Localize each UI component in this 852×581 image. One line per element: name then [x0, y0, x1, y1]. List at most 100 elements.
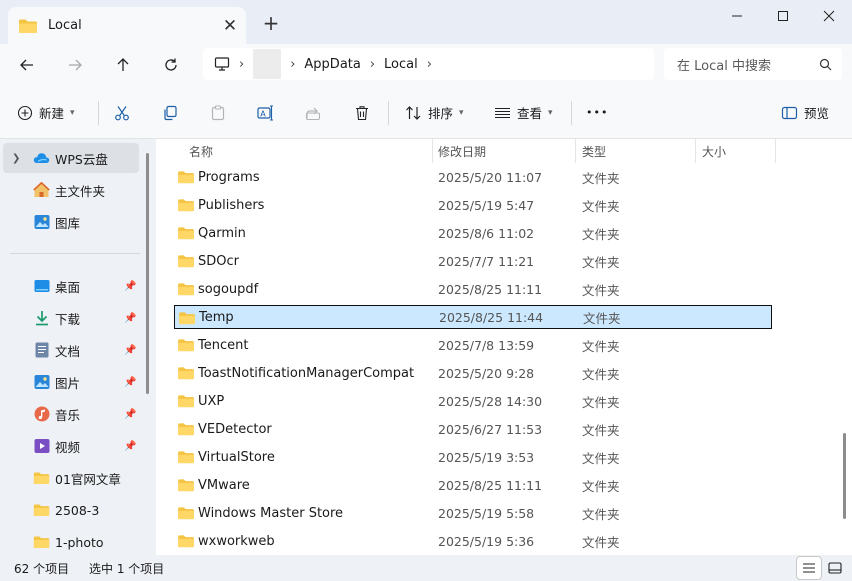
sidebar-item-folder-01[interactable]: 01官网文章: [3, 463, 139, 493]
sidebar-scrollbar[interactable]: [146, 153, 149, 394]
sidebar-item-music[interactable]: 音乐 📌: [3, 399, 139, 429]
sidebar-item-folder-photo[interactable]: 1-photo: [3, 527, 139, 555]
folder-icon: [33, 470, 50, 487]
preview-pane-button[interactable]: 预览: [781, 86, 829, 139]
navigation-pane[interactable]: ❯ WPS云盘 主文件夹 图库 桌面 📌 下载 📌 文档 📌 图片 📌 音乐 📌…: [0, 139, 150, 555]
file-row[interactable]: Programs 2025/5/20 11:07 文件夹: [174, 165, 772, 189]
file-type: 文件夹: [582, 170, 620, 186]
tiles-view-button[interactable]: [822, 556, 848, 580]
column-divider[interactable]: [432, 139, 433, 163]
file-type: 文件夹: [582, 534, 620, 550]
file-type: 文件夹: [582, 338, 620, 354]
column-header-type[interactable]: 类型: [582, 139, 606, 163]
file-type: 文件夹: [582, 450, 620, 466]
file-name: Tencent: [198, 337, 249, 353]
file-list-scrollbar[interactable]: [843, 433, 846, 519]
column-header-date[interactable]: 修改日期: [438, 139, 486, 163]
up-button[interactable]: [108, 50, 138, 80]
title-bar: Local ✕ +: [0, 0, 852, 44]
chevron-right-icon[interactable]: ❯: [12, 153, 20, 164]
column-divider[interactable]: [775, 139, 776, 163]
sidebar-item-wps-cloud[interactable]: ❯ WPS云盘: [3, 143, 139, 173]
file-row[interactable]: VMware 2025/8/25 11:11 文件夹: [174, 473, 772, 497]
delete-button[interactable]: [354, 86, 370, 139]
sidebar-item-home[interactable]: 主文件夹: [3, 175, 139, 205]
column-header-label: 类型: [582, 144, 607, 159]
close-tab-icon[interactable]: ✕: [216, 12, 244, 40]
minimize-button[interactable]: [714, 0, 760, 32]
address-bar: › › AppData › Local › 在 Local 中搜索: [0, 44, 852, 86]
chevron-down-icon: ▾: [548, 107, 553, 118]
sidebar-item-pictures[interactable]: 图片 📌: [3, 367, 139, 397]
details-view-button[interactable]: [796, 556, 822, 580]
back-button[interactable]: [12, 50, 42, 80]
cut-button[interactable]: [114, 86, 130, 139]
file-row[interactable]: VEDetector 2025/6/27 11:53 文件夹: [174, 417, 772, 441]
pin-icon[interactable]: 📌: [124, 345, 136, 356]
column-header-size[interactable]: 大小: [702, 139, 726, 163]
breadcrumb-local[interactable]: Local: [384, 57, 418, 72]
new-button[interactable]: 新建 ▾: [17, 86, 75, 139]
preview-label: 预览: [804, 106, 830, 121]
paste-button[interactable]: [210, 86, 226, 139]
file-row[interactable]: Qarmin 2025/8/6 11:02 文件夹: [174, 221, 772, 245]
sidebar-item-downloads[interactable]: 下载 📌: [3, 303, 139, 333]
close-window-button[interactable]: [806, 0, 852, 32]
sidebar-item-videos[interactable]: 视频 📌: [3, 431, 139, 461]
sidebar-item-gallery[interactable]: 图库: [3, 207, 139, 237]
search-input[interactable]: 在 Local 中搜索: [664, 48, 842, 80]
sort-button[interactable]: 排序 ▾: [405, 86, 464, 139]
file-row[interactable]: ToastNotificationManagerCompat 2025/5/20 …: [174, 361, 772, 385]
more-options-button[interactable]: •••: [586, 86, 608, 139]
chevron-right-icon: ›: [369, 56, 376, 72]
view-label: 查看: [517, 106, 543, 121]
view-button[interactable]: 查看 ▾: [494, 86, 553, 139]
maximize-button[interactable]: [760, 0, 806, 32]
share-button[interactable]: [305, 86, 321, 139]
pin-icon[interactable]: 📌: [124, 313, 136, 324]
file-row[interactable]: SDOcr 2025/7/7 11:21 文件夹: [174, 249, 772, 273]
file-modified-date: 2025/8/25 11:11: [438, 281, 543, 297]
sidebar-item-documents[interactable]: 文档 📌: [3, 335, 139, 365]
pin-icon[interactable]: 📌: [124, 377, 136, 388]
folder-icon: [178, 423, 194, 436]
sidebar-item-label: 下载: [55, 311, 81, 327]
hidden-username-segment[interactable]: [253, 49, 282, 79]
chevron-right-icon[interactable]: ›: [427, 57, 432, 72]
refresh-button[interactable]: [156, 50, 186, 80]
copy-button[interactable]: [162, 86, 178, 139]
new-label: 新建: [39, 106, 65, 121]
plus-circle-icon: [17, 105, 33, 120]
file-row[interactable]: Tencent 2025/7/8 13:59 文件夹: [174, 333, 772, 357]
column-divider[interactable]: [575, 139, 576, 163]
sidebar-item-label: 视频: [55, 439, 81, 455]
toolbar-divider: [388, 101, 389, 125]
file-type: 文件夹: [582, 506, 620, 522]
file-row[interactable]: Publishers 2025/5/19 5:47 文件夹: [174, 193, 772, 217]
file-row[interactable]: wxworkweb 2025/5/19 5:36 文件夹: [174, 529, 772, 553]
file-row[interactable]: Windows Master Store 2025/5/19 5:58 文件夹: [174, 501, 772, 525]
rename-button[interactable]: A: [257, 86, 274, 139]
scissors-icon: [115, 105, 129, 120]
address-field[interactable]: › › AppData › Local ›: [203, 48, 654, 80]
file-type: 文件夹: [582, 254, 620, 270]
forward-button[interactable]: [60, 50, 90, 80]
file-row[interactable]: UXP 2025/5/28 14:30 文件夹: [174, 389, 772, 413]
file-row[interactable]: Temp 2025/8/25 11:44 文件夹: [174, 305, 772, 329]
tab-local[interactable]: Local ✕: [8, 7, 246, 44]
pin-icon[interactable]: 📌: [124, 409, 136, 420]
sidebar-item-desktop[interactable]: 桌面 📌: [3, 271, 139, 301]
pin-icon[interactable]: 📌: [124, 281, 136, 292]
file-row[interactable]: VirtualStore 2025/5/19 3:53 文件夹: [174, 445, 772, 469]
column-header-name[interactable]: 名称: [189, 139, 213, 163]
file-list[interactable]: ⌃ 名称 修改日期 类型 大小 Programs 2025/5/20 11:07 文…: [156, 139, 852, 555]
pin-icon[interactable]: 📌: [124, 441, 136, 452]
sidebar-item-folder-2508[interactable]: 2508-3: [3, 495, 139, 525]
column-divider[interactable]: [695, 139, 696, 163]
folder-icon: [19, 19, 37, 33]
file-modified-date: 2025/5/19 5:47: [438, 197, 535, 213]
file-modified-date: 2025/6/27 11:53: [438, 421, 543, 437]
file-row[interactable]: sogoupdf 2025/8/25 11:11 文件夹: [174, 277, 772, 301]
breadcrumb-appdata[interactable]: AppData: [304, 57, 360, 72]
new-tab-button[interactable]: +: [258, 10, 284, 36]
